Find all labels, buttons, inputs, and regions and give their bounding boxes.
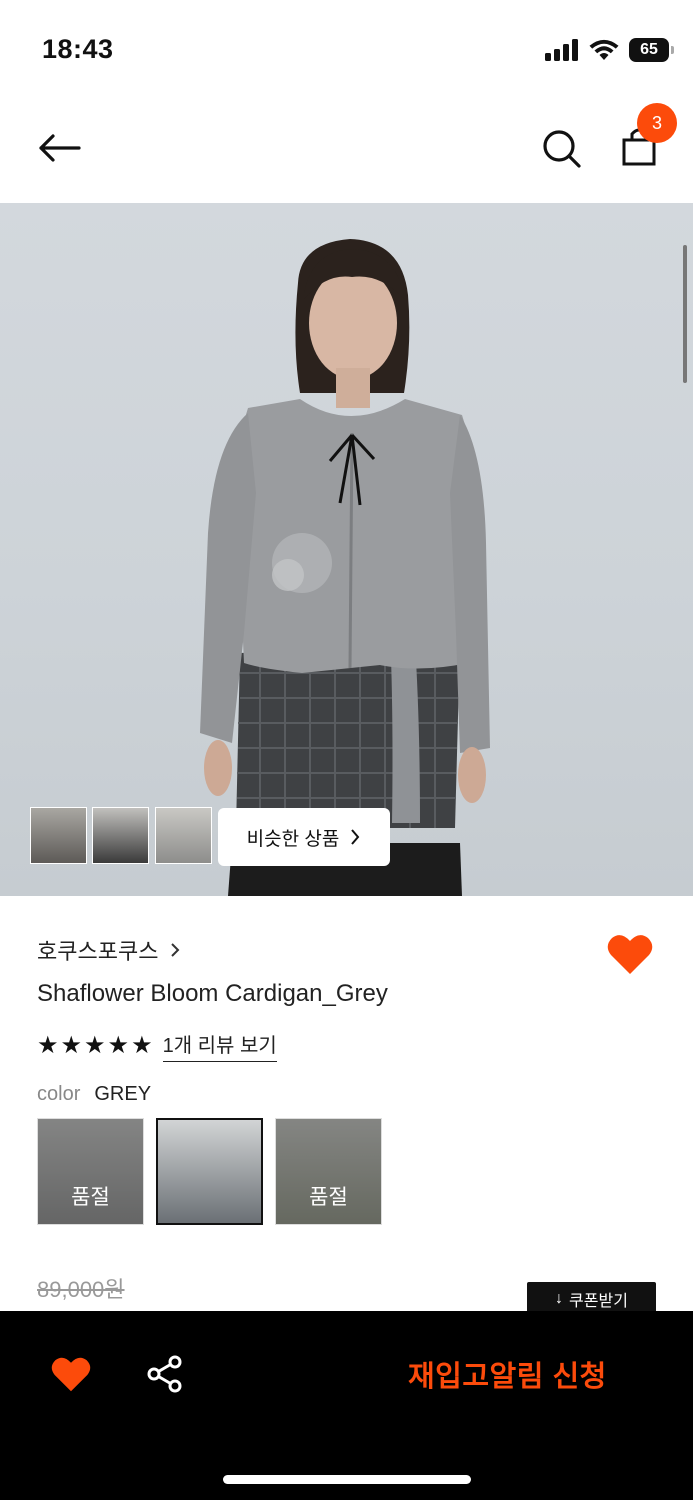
similar-products-label: 비슷한 상품 [246, 828, 340, 850]
gallery-thumbnail[interactable] [92, 807, 149, 864]
color-value: GREY [94, 1083, 152, 1105]
back-button[interactable] [34, 126, 84, 170]
signal-icon [545, 39, 578, 61]
brand-name: 호쿠스포쿠스 [37, 939, 159, 964]
star-icon: ★ [107, 1032, 130, 1059]
product-name: Shaflower Bloom Cardigan_Grey [37, 980, 388, 1007]
color-label: color [37, 1083, 81, 1105]
rating-row: ★ ★ ★ ★ ★ 1개 리뷰 보기 [37, 1029, 277, 1062]
color-row: color GREY [37, 1083, 151, 1106]
soldout-label: 품절 [309, 1185, 348, 1209]
star-icon: ★ [131, 1032, 153, 1059]
similar-products-button[interactable]: 비슷한 상품 [218, 808, 390, 866]
battery-level: 65 [640, 41, 658, 58]
bottom-action-bar: 재입고알림 신청 [0, 1311, 693, 1500]
product-photo [200, 239, 490, 896]
color-swatch[interactable]: 품절 [275, 1118, 382, 1225]
cart-count-badge: 3 [637, 103, 677, 143]
image-scroll-indicator [683, 245, 687, 383]
brand-link[interactable]: 호쿠스포쿠스 [37, 934, 180, 966]
soldout-label: 품절 [71, 1185, 110, 1209]
star-icon: ★ [60, 1032, 83, 1059]
arrow-down-icon: ↓ [555, 1290, 564, 1307]
restock-alert-button[interactable]: 재입고알림 신청 [408, 1353, 607, 1395]
original-price: 89,000원 [37, 1277, 125, 1302]
gallery-thumbnail[interactable] [30, 807, 87, 864]
review-link[interactable]: 1개 리뷰 보기 [162, 1029, 277, 1062]
status-bar: 18:43 65 [0, 0, 693, 100]
star-icon: ★ [84, 1032, 106, 1059]
share-icon[interactable] [146, 1355, 184, 1393]
search-button[interactable] [538, 124, 586, 172]
arrow-left-icon [39, 134, 81, 162]
color-swatch[interactable]: 품절 [37, 1118, 144, 1225]
chevron-right-icon [351, 829, 360, 845]
wishlist-heart-icon[interactable] [50, 1355, 92, 1393]
star-icon: ★ [37, 1032, 59, 1059]
coupon-label: 쿠폰받기 [569, 1293, 628, 1310]
wifi-icon [589, 39, 619, 60]
home-indicator [223, 1475, 471, 1484]
nav-bar [0, 100, 693, 203]
color-swatches: 품절 품절 [37, 1118, 382, 1225]
swatch-image [158, 1120, 261, 1223]
battery-indicator: 65 [629, 38, 674, 62]
color-swatch-selected[interactable] [156, 1118, 263, 1225]
product-image-gallery[interactable]: 비슷한 상품 [0, 203, 693, 896]
search-icon [543, 130, 581, 168]
rating-stars: ★ ★ ★ ★ ★ [37, 1031, 153, 1060]
wishlist-heart-icon[interactable] [606, 932, 654, 976]
status-icons: 65 [545, 38, 674, 62]
gallery-thumbnail[interactable] [155, 807, 212, 864]
status-time: 18:43 [42, 34, 114, 64]
chevron-right-icon [171, 943, 180, 957]
